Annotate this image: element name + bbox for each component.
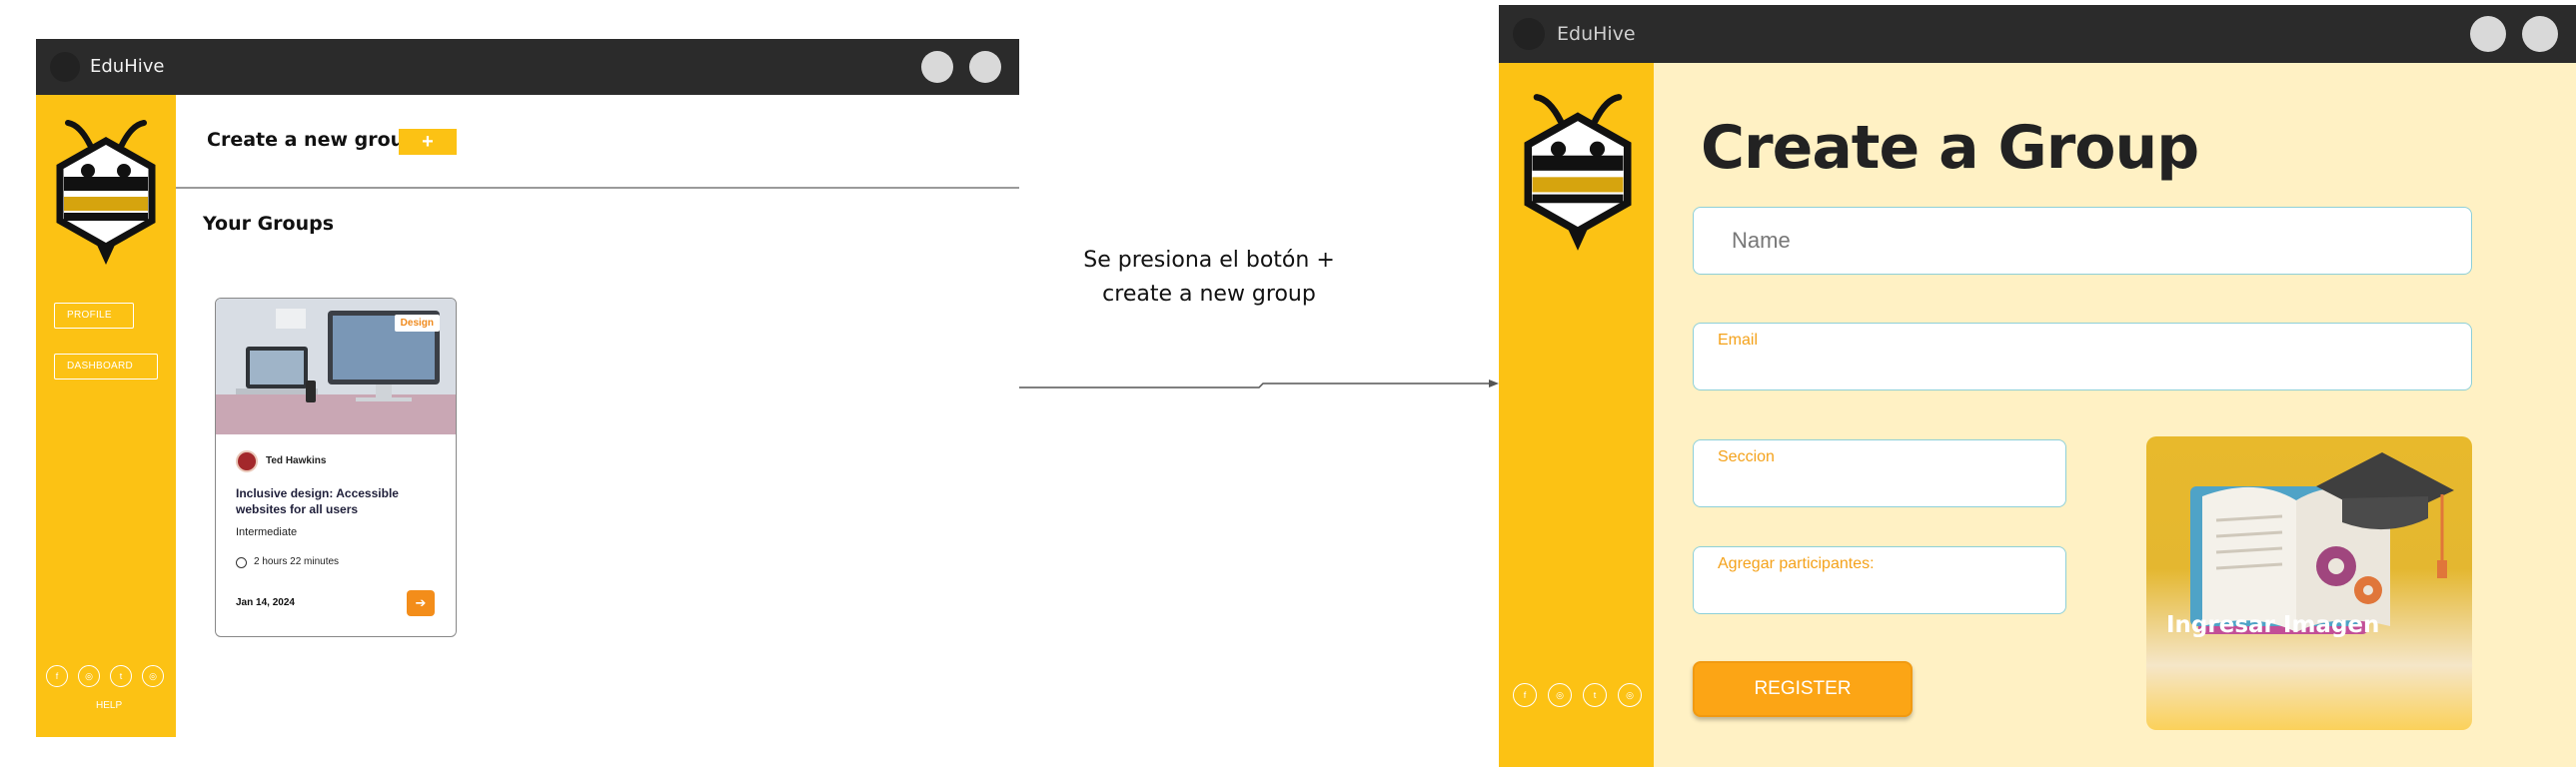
flow-arrow-icon bbox=[1019, 380, 1499, 388]
app-title: EduHive bbox=[1557, 23, 1636, 45]
card-image: Design bbox=[216, 299, 456, 434]
date-label: Jan 14, 2024 bbox=[236, 597, 295, 608]
sidebar: PROFILE DASHBOARD f ◎ t ◎ HELP bbox=[36, 95, 176, 737]
email-field[interactable]: Email bbox=[1693, 323, 2472, 390]
window-button[interactable] bbox=[2470, 16, 2506, 52]
main-content: Create a new group + Your Groups Design … bbox=[176, 95, 1019, 737]
create-group-label: Create a new group bbox=[207, 129, 418, 151]
twitter-icon[interactable]: t bbox=[110, 665, 132, 687]
create-group-window: EduHive f ◎ t ◎ Create a Group Name Emai… bbox=[1499, 5, 2576, 767]
caption-line-2: create a new group bbox=[1102, 282, 1316, 307]
sidebar-item-dashboard[interactable]: DASHBOARD bbox=[54, 354, 158, 380]
app-logo-icon bbox=[50, 52, 80, 82]
avatar bbox=[236, 450, 258, 472]
title-bar: EduHive bbox=[36, 39, 1019, 95]
app-title: EduHive bbox=[90, 56, 165, 77]
page-title: Create a Group bbox=[1701, 113, 2199, 183]
group-list-window: EduHive PROFILE DASHBOARD f ◎ t ◎ HELP C… bbox=[36, 39, 1019, 737]
create-group-button[interactable]: + bbox=[399, 129, 457, 155]
duration-label: 2 hours 22 minutes bbox=[254, 556, 340, 567]
window-button[interactable] bbox=[969, 51, 1001, 83]
seccion-field[interactable]: Seccion bbox=[1693, 439, 2066, 507]
transition-caption: Se presiona el botón + create a new grou… bbox=[1039, 244, 1379, 312]
image-upload-label: Ingresar Imagen bbox=[2166, 612, 2380, 638]
section-title: Your Groups bbox=[203, 213, 335, 235]
sidebar: f ◎ t ◎ bbox=[1499, 63, 1654, 767]
category-badge: Design bbox=[394, 315, 440, 332]
facebook-icon[interactable]: f bbox=[1513, 683, 1537, 707]
title-bar: EduHive bbox=[1499, 5, 2576, 63]
bee-logo-icon bbox=[1524, 94, 1632, 251]
instagram-icon[interactable]: ◎ bbox=[1618, 683, 1642, 707]
open-group-button[interactable]: ➔ bbox=[407, 590, 435, 616]
sidebar-item-profile[interactable]: PROFILE bbox=[54, 303, 134, 329]
register-button[interactable]: REGISTER bbox=[1693, 661, 1913, 717]
help-link[interactable]: HELP bbox=[96, 700, 122, 711]
app-logo-icon bbox=[1513, 18, 1545, 50]
bee-logo-icon bbox=[56, 120, 156, 265]
window-button[interactable] bbox=[2522, 16, 2558, 52]
name-placeholder: Name bbox=[1732, 228, 1791, 253]
email-label: Email bbox=[1718, 332, 1759, 349]
arrow-right-icon: ➔ bbox=[415, 595, 427, 610]
instagram-icon[interactable]: ◎ bbox=[142, 665, 164, 687]
participants-field[interactable]: Agregar participantes: bbox=[1693, 546, 2066, 614]
name-field[interactable]: Name bbox=[1693, 207, 2472, 275]
instagram-icon[interactable]: ◎ bbox=[1548, 683, 1572, 707]
card-title: Inclusive design: Accessible websites fo… bbox=[236, 486, 399, 516]
facebook-icon[interactable]: f bbox=[46, 665, 68, 687]
twitter-icon[interactable]: t bbox=[1583, 683, 1607, 707]
book-cap-icon bbox=[2190, 452, 2454, 634]
caption-line-1: Se presiona el botón + bbox=[1083, 248, 1335, 273]
author-name: Ted Hawkins bbox=[266, 455, 327, 466]
participants-label: Agregar participantes: bbox=[1718, 555, 1875, 572]
window-button[interactable] bbox=[921, 51, 953, 83]
clock-icon bbox=[236, 557, 247, 568]
group-card[interactable]: Design Ted Hawkins Inclusive design: Acc… bbox=[215, 298, 457, 637]
image-upload[interactable]: Ingresar Imagen bbox=[2146, 436, 2472, 730]
level-label: Intermediate bbox=[236, 526, 298, 538]
seccion-label: Seccion bbox=[1718, 448, 1775, 465]
instagram-icon[interactable]: ◎ bbox=[78, 665, 100, 687]
divider bbox=[176, 187, 1019, 189]
